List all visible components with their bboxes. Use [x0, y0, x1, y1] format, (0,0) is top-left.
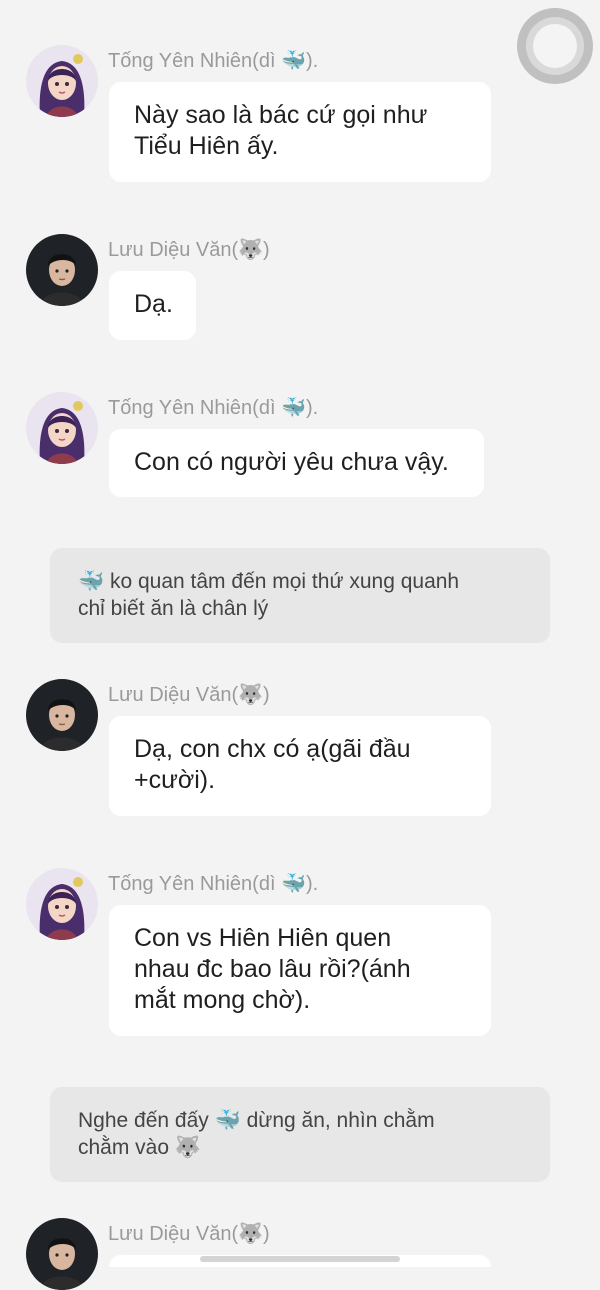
- message-line: nhau đc bao lâu rồi?(ánh: [134, 955, 411, 983]
- message-bubble[interactable]: Con có người yêu chưa vậy.: [109, 429, 484, 497]
- sender-name: Lưu Diệu Văn(🐺): [108, 239, 270, 261]
- message-line: Con có người yêu chưa vậy.: [134, 448, 449, 476]
- message-line: Tiểu Hiên ấy.: [134, 132, 279, 160]
- sender-name: Tống Yên Nhiên(dì 🐳).: [108, 873, 319, 895]
- message-bubble[interactable]: Này sao là bác cứ gọi như Tiểu Hiên ấy.: [109, 82, 491, 182]
- home-indicator[interactable]: [200, 1256, 400, 1262]
- woman-avatar[interactable]: [26, 868, 98, 940]
- sender-name: Lưu Diệu Văn(🐺): [108, 1223, 270, 1245]
- message-line: Dạ.: [134, 290, 173, 318]
- woman-avatar[interactable]: [26, 45, 98, 117]
- narration-line: chỉ biết ăn là chân lý: [78, 597, 269, 620]
- narration-box: Nghe đến đấy 🐳 dừng ăn, nhìn chằm chằm v…: [50, 1087, 550, 1182]
- message-bubble[interactable]: Dạ, con chx có ạ(gãi đầu +cười).: [109, 716, 491, 816]
- message-bubble[interactable]: Con vs Hiên Hiên quen nhau đc bao lâu rồ…: [109, 905, 491, 1036]
- man-avatar[interactable]: [26, 679, 98, 751]
- message-line: Này sao là bác cứ gọi như: [134, 101, 428, 129]
- narration-box: 🐳 ko quan tâm đến mọi thứ xung quanh chỉ…: [50, 548, 550, 643]
- message-line: mắt mong chờ).: [134, 986, 311, 1014]
- sender-name: Lưu Diệu Văn(🐺): [108, 684, 270, 706]
- woman-avatar[interactable]: [26, 392, 98, 464]
- message-bubble[interactable]: Dạ.: [109, 271, 196, 340]
- sender-name: Tống Yên Nhiên(dì 🐳).: [108, 397, 319, 419]
- narration-line: chằm vào 🐺: [78, 1136, 202, 1159]
- narration-line: Nghe đến đấy 🐳 dừng ăn, nhìn chằm: [78, 1109, 435, 1132]
- message-line: Con vs Hiên Hiên quen: [134, 924, 392, 952]
- message-line: Dạ, con chx có ạ(gãi đầu: [134, 735, 411, 763]
- status-bar: [0, 0, 600, 46]
- narration-line: 🐳 ko quan tâm đến mọi thứ xung quanh: [78, 570, 460, 593]
- sender-name: Tống Yên Nhiên(dì 🐳).: [108, 50, 319, 72]
- assistive-touch-button[interactable]: [517, 8, 593, 84]
- man-avatar[interactable]: [26, 234, 98, 306]
- message-line: +cười).: [134, 766, 216, 794]
- man-avatar[interactable]: [26, 1218, 98, 1290]
